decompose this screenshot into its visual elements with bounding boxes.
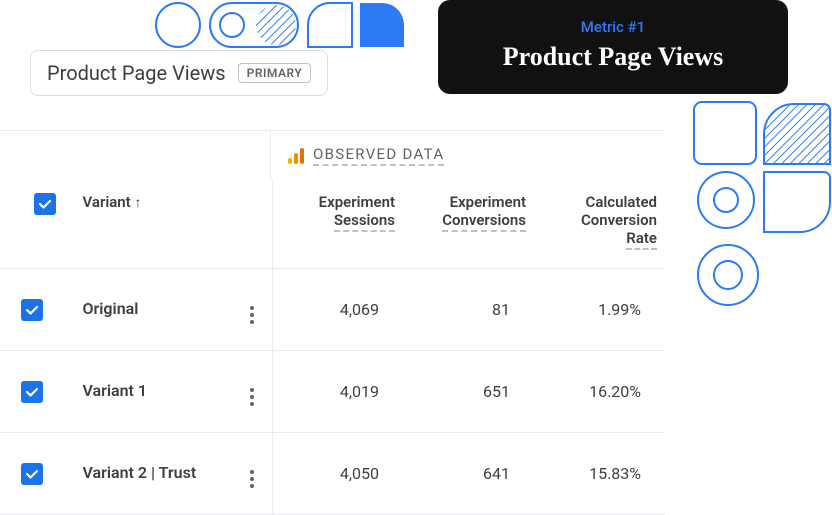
variant-name: Variant 1 <box>64 351 231 433</box>
overlay-title: Product Page Views <box>466 42 760 72</box>
metric-overlay-card: Metric #1 Product Page Views <box>438 0 788 94</box>
content-area: Product Page Views PRIMARY OBSERVED DATA <box>0 50 832 515</box>
table-row: Original 4,069 81 1.99% <box>0 269 665 351</box>
row-checkbox[interactable] <box>21 381 43 403</box>
select-all-checkbox[interactable] <box>34 193 56 215</box>
row-checkbox[interactable] <box>21 299 43 321</box>
header-sessions[interactable]: Experiment Sessions <box>272 181 403 269</box>
decoration-top <box>150 0 430 50</box>
conversions-value: 641 <box>403 433 534 515</box>
sort-ascending-icon: ↑ <box>134 195 141 211</box>
rate-value: 15.83% <box>534 433 665 515</box>
analytics-icon <box>287 147 305 165</box>
header-conversions[interactable]: Experiment Conversions <box>403 181 534 269</box>
header-variant[interactable]: Variant ↑ <box>64 181 231 269</box>
header-actions-col <box>232 181 272 269</box>
kebab-menu-icon[interactable] <box>250 388 254 406</box>
rate-value: 1.99% <box>534 269 665 351</box>
sessions-value: 4,019 <box>272 351 403 433</box>
primary-badge: PRIMARY <box>238 63 312 83</box>
conversions-value: 651 <box>403 351 534 433</box>
observed-data-header: OBSERVED DATA <box>270 131 665 181</box>
row-checkbox[interactable] <box>21 463 43 485</box>
table-row: Variant 1 4,019 651 16.20% <box>0 351 665 433</box>
variant-name: Variant 2 | Trust <box>64 433 231 515</box>
conversions-value: 81 <box>403 269 534 351</box>
rate-value: 16.20% <box>534 351 665 433</box>
kebab-menu-icon[interactable] <box>250 470 254 488</box>
metric-name: Product Page Views <box>47 61 226 85</box>
variant-name: Original <box>64 269 231 351</box>
table-row: Variant 2 | Trust 4,050 641 15.83% <box>0 433 665 515</box>
metric-selector[interactable]: Product Page Views PRIMARY <box>30 50 328 96</box>
observed-data-label: OBSERVED DATA <box>313 145 444 166</box>
sessions-value: 4,050 <box>272 433 403 515</box>
sessions-value: 4,069 <box>272 269 403 351</box>
kebab-menu-icon[interactable] <box>250 306 254 324</box>
header-checkbox-col <box>0 181 64 269</box>
overlay-subtitle: Metric #1 <box>466 18 760 36</box>
results-table: OBSERVED DATA Variant ↑ Experiment <box>0 130 665 515</box>
header-conversion-rate[interactable]: Calculated Conversion Rate <box>534 181 665 269</box>
